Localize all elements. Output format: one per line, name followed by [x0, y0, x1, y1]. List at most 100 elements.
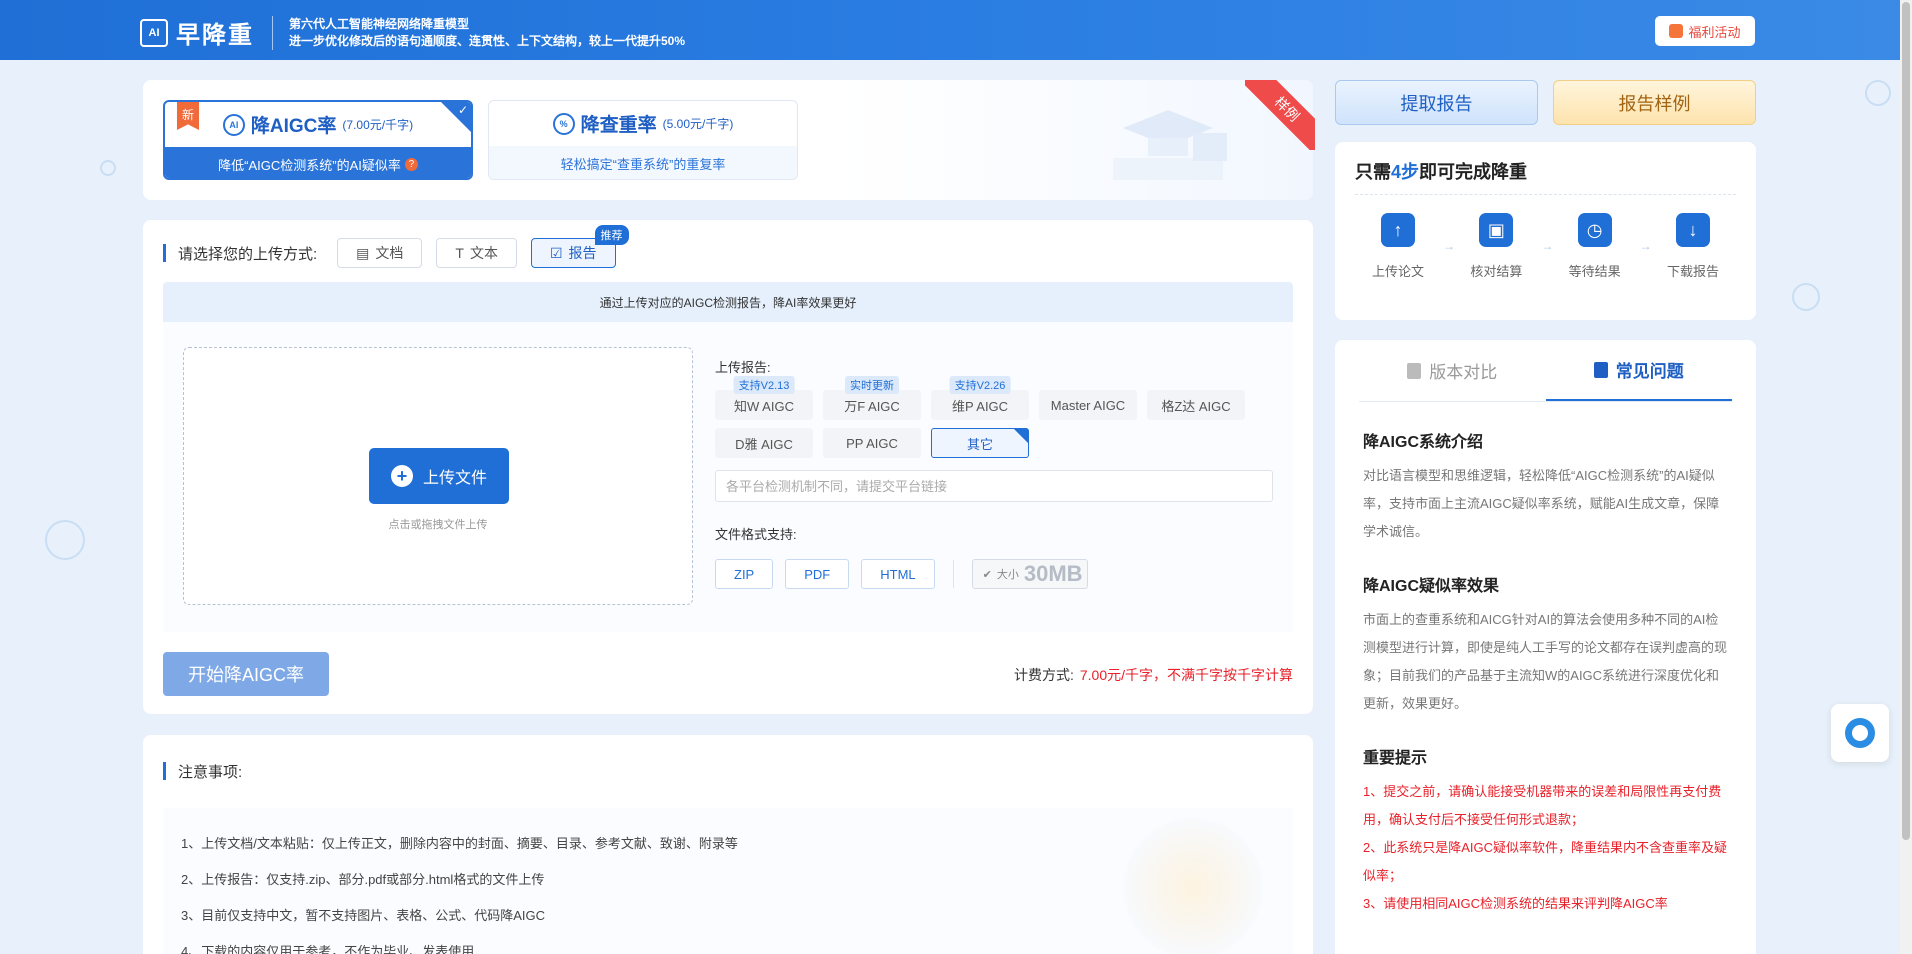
arrow-icon: →: [1443, 239, 1455, 253]
note-item: 2、上传报告：仅支持.zip、部分.pdf或部分.html格式的文件上传: [181, 872, 545, 887]
faq-body: 市面上的查重系统和AICG针对AI的算法会使用多种不同的AI检测模型进行计算，即…: [1363, 612, 1728, 711]
mode-desc: 轻松搞定“查重系统”的重复率: [560, 157, 726, 172]
platform-link-input[interactable]: [715, 470, 1273, 502]
tab-version-compare[interactable]: 版本对比: [1359, 340, 1546, 401]
note-item: 1、上传文档/文本粘贴：仅上传正文，删除内容中的封面、摘要、目录、参考文献、致谢…: [181, 836, 738, 851]
tip-item: 3、请使用相同AIGC检测系统的结果来评判降AIGC率: [1363, 896, 1668, 911]
platform-tag: 实时更新: [845, 376, 899, 394]
mode-price: (5.00元/千字): [662, 117, 734, 131]
faq-body: 对比语言模型和思维逻辑，轻松降低“AIGC检测系统”的AI疑似率，支持市面上主流…: [1363, 468, 1720, 539]
platform-name: D雅 AIGC: [735, 436, 793, 452]
check-circle-icon: ✔: [982, 568, 992, 581]
clipboard-icon: ☑: [549, 244, 563, 261]
customer-service-button[interactable]: [1831, 704, 1889, 762]
selected-corner: [1014, 429, 1028, 443]
mode-tab-dup[interactable]: % 降查重率 (5.00元/千字) 轻松搞定“查重系统”的重复率: [488, 100, 798, 180]
platform-name: 其它: [966, 436, 993, 452]
clock-icon: ◷: [1577, 213, 1612, 247]
scrollbar-thumb[interactable]: [1902, 2, 1910, 840]
pricing-value: 7.00元/千字，不满千字按千字计算: [1079, 667, 1293, 683]
step-item: ◷ 等待结果 →: [1560, 213, 1652, 280]
step-item: ↓ 下载报告: [1658, 213, 1728, 280]
headset-icon: [1845, 718, 1875, 748]
platform-option[interactable]: 实时更新 万F AIGC: [823, 376, 921, 420]
mode-desc: 降低“AIGC检测系统”的AI疑似率: [218, 158, 401, 173]
steps-card: 只需4步即可完成降重 ↑ 上传论文 → ▣ 核对结算 → ◷ 等待结果 → ↓ …: [1335, 142, 1756, 320]
platform-option[interactable]: 支持V2.26 维P AIGC: [931, 376, 1029, 420]
format-html: HTML: [861, 559, 935, 589]
steps-title-suffix: 即可完成降重: [1419, 162, 1528, 182]
platform-option[interactable]: 格Z达 AIGC: [1147, 390, 1245, 420]
drop-hint: 点击或拖拽文件上传: [388, 519, 488, 531]
logo-icon: AI: [140, 18, 168, 47]
logo[interactable]: AI 早降重 第六代人工智能神经网络降重模型 进一步优化修改后的语句通顺度、连贯…: [140, 15, 685, 50]
background-circle: [45, 520, 85, 560]
background-circle: [1865, 80, 1891, 106]
notes-illustration: [1123, 818, 1263, 954]
drop-zone[interactable]: + 上传文件 点击或拖拽文件上传: [183, 347, 693, 605]
upload-method-row: 请选择您的上传方式: ▤ 文档 T 文本 ☑ 报告 推荐: [163, 225, 1293, 268]
notes-body: 1、上传文档/文本粘贴：仅上传正文，删除内容中的封面、摘要、目录、参考文献、致谢…: [163, 808, 1293, 954]
method-text[interactable]: T 文本: [436, 238, 517, 268]
method-report[interactable]: ☑ 报告 推荐: [530, 225, 629, 268]
edit-icon: [1593, 361, 1608, 378]
tab-label: 常见问题: [1615, 362, 1684, 381]
start-button[interactable]: 开始降AIGC率: [163, 652, 329, 696]
sample-ribbon[interactable]: 样例: [1245, 80, 1315, 150]
upload-file-label: 上传文件: [422, 470, 487, 487]
scrollbar[interactable]: [1900, 0, 1912, 954]
upload-icon: ↑: [1381, 213, 1415, 247]
mode-tab-aigc[interactable]: 新 ✓ AI 降AIGC率 (7.00元/千字) 降低“AIGC检测系统”的AI…: [163, 100, 473, 180]
check-icon: ✓: [457, 103, 468, 117]
sample-ribbon-label: 样例: [1245, 80, 1315, 150]
platform-name: 万F AIGC: [844, 398, 900, 414]
platform-list: 支持V2.13 知W AIGC 实时更新 万F AIGC 支持V2.26 维P …: [715, 376, 1255, 458]
top-bar: AI 早降重 第六代人工智能神经网络降重模型 进一步优化修改后的语句通顺度、连贯…: [0, 0, 1900, 60]
help-icon[interactable]: ?: [404, 158, 418, 171]
step-item: ↑ 上传论文 →: [1363, 213, 1455, 280]
faq-heading: 降AIGC系统介绍: [1363, 434, 1484, 451]
upload-hint: 通过上传对应的AIGC检测报告，降AI率效果更好: [163, 282, 1293, 322]
text-icon: T: [455, 245, 464, 261]
step-label: 核对结算: [1470, 264, 1523, 279]
platform-name: 格Z达 AIGC: [1161, 398, 1231, 414]
mode-title: 降AIGC率: [250, 116, 337, 137]
faq-heading: 降AIGC疑似率效果: [1363, 578, 1500, 595]
method-document[interactable]: ▤ 文档: [337, 238, 423, 268]
platform-option[interactable]: PP AIGC: [823, 428, 921, 458]
logo-divider: [272, 15, 273, 50]
note-item: 4、下载的内容仅用于参考，不作为毕业、发表使用: [181, 944, 475, 954]
step-label: 上传论文: [1371, 264, 1424, 279]
tagline-line1: 第六代人工智能神经网络降重模型: [289, 16, 470, 31]
step-item: ▣ 核对结算 →: [1461, 213, 1553, 280]
extract-report-button[interactable]: 提取报告: [1335, 80, 1538, 125]
notes-title: 注意事项:: [178, 763, 243, 781]
step-label: 下载报告: [1666, 264, 1719, 279]
pricing: 计费方式: 7.00元/千字，不满千字按千字计算: [1014, 665, 1293, 685]
section-marker: [163, 244, 166, 262]
upload-method-label: 请选择您的上传方式:: [178, 245, 318, 263]
platform-option[interactable]: D雅 AIGC: [715, 428, 813, 458]
section-marker: [163, 762, 166, 780]
platform-option[interactable]: 支持V2.13 知W AIGC: [715, 376, 813, 420]
tips-heading: 重要提示: [1363, 750, 1428, 767]
report-panel: 上传报告: 支持V2.13 知W AIGC 实时更新 万F AIGC 支持V2.…: [715, 357, 1275, 589]
mode-selector-card: 新 ✓ AI 降AIGC率 (7.00元/千字) 降低“AIGC检测系统”的AI…: [143, 80, 1315, 200]
platform-name: 维P AIGC: [951, 398, 1009, 414]
platform-option-selected[interactable]: 其它: [931, 428, 1029, 458]
gift-icon: [1669, 24, 1684, 38]
steps-divider: [1355, 194, 1736, 195]
mode-price: (7.00元/千字): [342, 118, 414, 132]
upload-file-button[interactable]: + 上传文件: [369, 448, 509, 504]
platform-option[interactable]: Master AIGC: [1039, 390, 1137, 420]
download-icon: ↓: [1675, 213, 1710, 247]
arrow-icon: →: [1541, 239, 1554, 253]
wallet-icon: ▣: [1479, 213, 1514, 247]
background-circle: [100, 160, 116, 176]
format-divider: [952, 560, 954, 588]
tab-faq[interactable]: 常见问题: [1545, 340, 1732, 401]
notes-card: 注意事项: 1、上传文档/文本粘贴：仅上传正文，删除内容中的封面、摘要、目录、参…: [143, 735, 1313, 954]
report-sample-button[interactable]: 报告样例: [1553, 80, 1756, 125]
document-icon: ▤: [356, 244, 370, 261]
promo-button[interactable]: 福利活动: [1655, 16, 1755, 46]
